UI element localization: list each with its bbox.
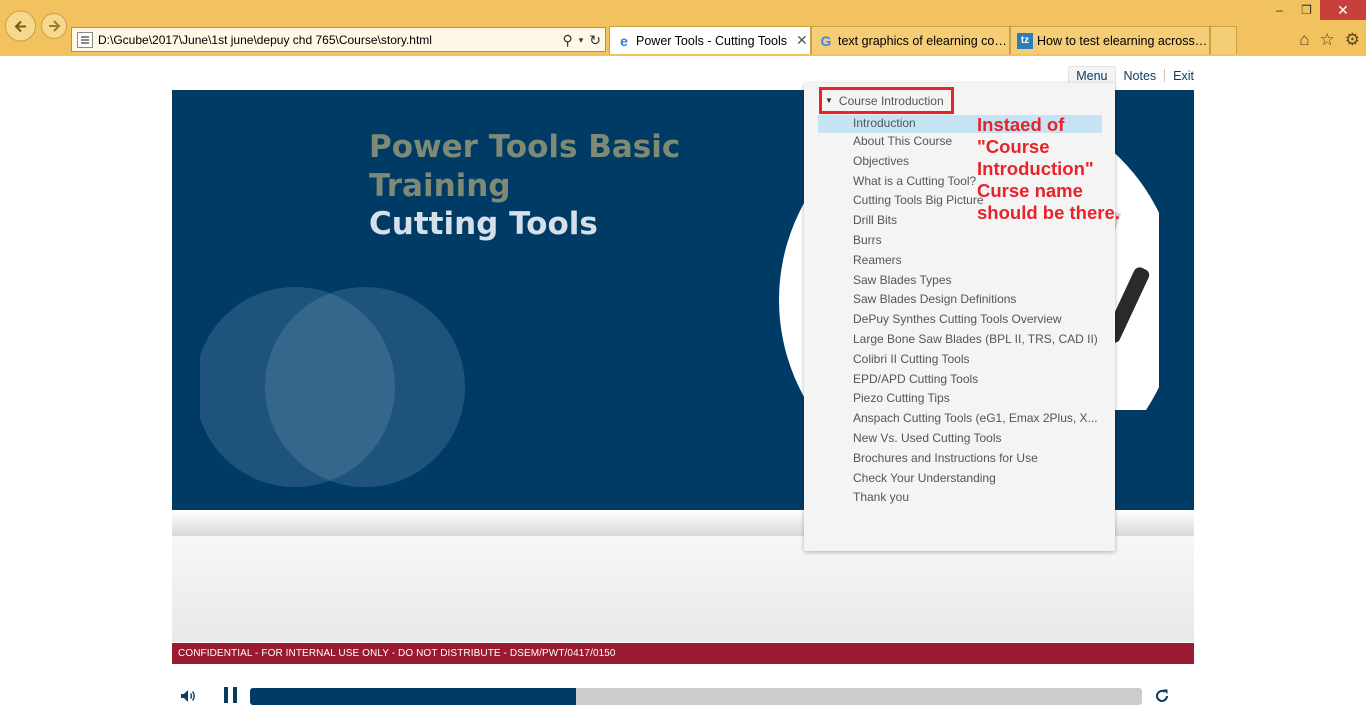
menu-section-header[interactable]: ▼ Course Introduction [819,87,954,114]
menu-item[interactable]: Saw Blades Design Definitions [818,291,1102,311]
divider [1164,69,1166,82]
menu-item[interactable]: Brochures and Instructions for Use [818,450,1102,470]
volume-icon[interactable] [179,687,197,705]
dropdown-icon[interactable]: ▾ [579,31,584,49]
menu-item[interactable]: Piezo Cutting Tips [818,390,1102,410]
restore-button[interactable]: ❐ [1293,0,1320,20]
slide-title: Power Tools Basic Training [369,129,681,204]
search-icon[interactable]: ⚲ [562,31,572,49]
tab-google[interactable]: G text graphics of elearning cour... [811,26,1010,54]
review-annotation: Instaed of "Course Introduction" Curse n… [977,114,1120,223]
address-bar[interactable]: D:\Gcube\2017\June\1st june\depuy chd 76… [71,27,606,52]
collapse-triangle-icon[interactable]: ▼ [825,96,833,105]
pause-bar-icon [224,687,228,703]
menu-item[interactable]: Anspach Cutting Tools (eG1, Emax 2Plus, … [818,410,1102,430]
menu-item[interactable]: Reamers [818,252,1102,272]
close-tab-icon[interactable]: ✕ [796,32,808,49]
new-tab-button[interactable] [1210,26,1237,54]
forward-button[interactable] [41,13,67,39]
notes-link[interactable]: Notes [1124,69,1157,83]
slide-subtitle: Cutting Tools [369,206,598,242]
slide-floor [172,536,1194,642]
settings-gear-icon[interactable]: ⚙ [1345,30,1360,50]
favorites-star-icon[interactable]: ☆ [1320,30,1335,50]
confidential-banner: CONFIDENTIAL - FOR INTERNAL USE ONLY - D… [172,643,1194,664]
menu-item[interactable]: Burrs [818,232,1102,252]
address-text: D:\Gcube\2017\June\1st june\depuy chd 76… [98,32,432,47]
menu-item[interactable]: Saw Blades Types [818,272,1102,292]
arrow-right-icon [49,20,61,32]
tz-icon: tz [1017,32,1033,49]
menu-item[interactable]: EPD/APD Cutting Tools [818,371,1102,391]
tab-label: text graphics of elearning cour... [838,33,1009,48]
arrow-left-icon [14,20,26,32]
player-controls [172,686,1194,706]
menu-item[interactable]: Colibri II Cutting Tools [818,351,1102,371]
back-button[interactable] [5,10,36,42]
seekbar[interactable] [250,688,1142,705]
tab-elearning-test[interactable]: tz How to test elearning across m... [1010,26,1210,54]
exit-link[interactable]: Exit [1173,69,1194,83]
menu-item[interactable]: Thank you [818,489,1102,509]
tab-label: How to test elearning across m... [1037,33,1209,48]
home-icon[interactable]: ⌂ [1299,30,1309,50]
pause-bar-icon [233,687,237,703]
tab-label: Power Tools - Cutting Tools [636,33,788,48]
pause-button[interactable] [224,687,238,703]
decorative-rings [200,287,465,487]
menu-item[interactable]: New Vs. Used Cutting Tools [818,430,1102,450]
minimize-button[interactable]: – [1266,0,1293,20]
seekbar-progress [250,688,577,705]
menu-item[interactable]: DePuy Synthes Cutting Tools Overview [818,311,1102,331]
google-icon: G [820,32,832,49]
close-window-button[interactable]: ✕ [1320,0,1366,20]
page-icon [77,31,93,48]
ie-icon: e [620,32,628,49]
tab-power-tools[interactable]: e Power Tools - Cutting Tools ✕ [609,26,811,54]
replay-icon[interactable] [1153,687,1171,705]
section-label: Course Introduction [838,93,944,108]
refresh-icon[interactable]: ↻ [589,31,601,49]
menu-item[interactable]: Large Bone Saw Blades (BPL II, TRS, CAD … [818,331,1102,351]
browser-chrome: D:\Gcube\2017\June\1st june\depuy chd 76… [0,0,1366,56]
menu-item[interactable]: Check Your Understanding [818,470,1102,490]
